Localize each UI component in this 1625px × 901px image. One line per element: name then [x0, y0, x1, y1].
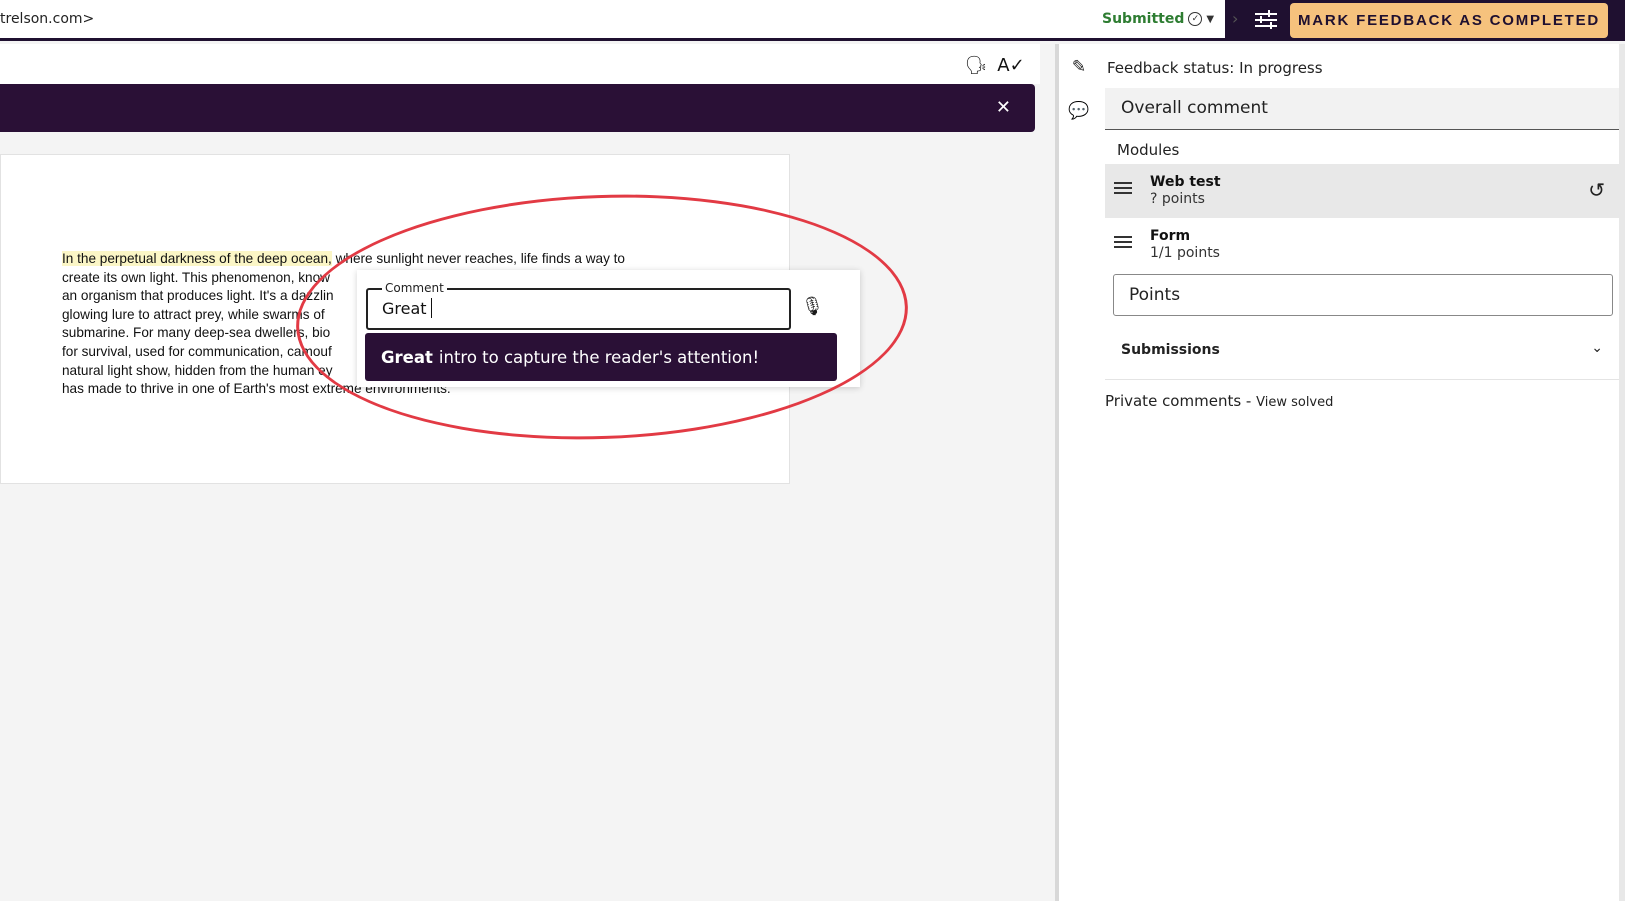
private-comments-label: Private comments -	[1105, 392, 1252, 410]
text-cursor	[431, 298, 432, 318]
chevron-down-icon: ⌄	[1591, 340, 1603, 356]
panel-rail: ✎ 💬	[1059, 44, 1095, 901]
suggestion-text: intro to capture the reader's attention!	[438, 347, 760, 367]
settings-sliders-icon[interactable]	[1255, 10, 1277, 30]
top-bar: trelson.com> Submitted ✓ ▼ › MARK FEEDBA…	[0, 0, 1625, 41]
doc-line: where sunlight never reaches, life finds…	[331, 251, 625, 266]
submissions-label: Submissions	[1121, 342, 1220, 358]
comment-field[interactable]: Comment Great	[366, 281, 791, 330]
doc-line: an organism that produces light. It's a …	[62, 288, 334, 304]
document-viewer: 🗣 A✓ ✕ In the perpetual darkness of the …	[0, 44, 1040, 901]
check-circle-icon: ✓	[1188, 12, 1203, 26]
suggestion-match: Great	[381, 347, 433, 367]
modules-heading: Modules	[1117, 141, 1180, 159]
list-icon	[1114, 236, 1132, 252]
points-input[interactable]: Points	[1113, 274, 1613, 316]
view-solved-link[interactable]: View solved	[1256, 395, 1333, 410]
read-aloud-icon[interactable]: 🗣	[965, 54, 988, 76]
microphone-add-icon[interactable]: 🎙	[801, 296, 829, 322]
viewer-toolbar: 🗣 A✓	[0, 44, 1040, 84]
recipient-email: trelson.com>	[0, 11, 95, 27]
chevron-right-icon[interactable]: ›	[1232, 9, 1238, 28]
private-comments: Private comments - View solved	[1105, 392, 1333, 410]
highlighted-passage[interactable]: In the perpetual darkness of the deep oc…	[62, 251, 332, 266]
close-icon[interactable]: ✕	[996, 97, 1011, 118]
comment-label: Comment	[382, 281, 447, 295]
feedback-panel: ✎ 💬 Feedback status: In progress Overall…	[1059, 44, 1625, 901]
panel-scrollbar[interactable]	[1619, 44, 1625, 901]
module-form[interactable]: Form 1/1 points	[1105, 218, 1621, 272]
feedback-status: Feedback status: In progress	[1107, 59, 1323, 77]
comment-flag-icon[interactable]: 💬	[1068, 100, 1090, 122]
spellcheck-icon[interactable]: A✓	[997, 54, 1024, 76]
mark-feedback-completed-button[interactable]: MARK FEEDBACK AS COMPLETED	[1290, 3, 1608, 38]
comment-suggestion[interactable]: Great intro to capture the reader's atte…	[365, 333, 837, 381]
module-title: Form	[1150, 228, 1191, 244]
submission-status-dropdown[interactable]: Submitted ✓ ▼	[1102, 11, 1214, 27]
comment-popup: Comment Great 🎙 Great intro to capture t…	[357, 270, 860, 387]
module-points: 1/1 points	[1150, 245, 1220, 261]
text-lines-icon	[1114, 182, 1132, 198]
submissions-accordion[interactable]: Submissions ⌄	[1105, 324, 1621, 380]
history-icon[interactable]: ↺	[1588, 178, 1605, 202]
edit-note-icon[interactable]: ✎	[1068, 56, 1090, 78]
doc-line: natural light show, hidden from the huma…	[62, 362, 333, 378]
status-label: Submitted	[1102, 11, 1185, 27]
module-web-test[interactable]: Web test ? points ↺	[1105, 164, 1621, 218]
module-title: Web test	[1150, 174, 1221, 190]
doc-line: create its own light. This phenomenon, k…	[62, 269, 330, 285]
caret-down-icon: ▼	[1206, 13, 1215, 25]
doc-line: submarine. For many deep-sea dwellers, b…	[62, 325, 331, 341]
overall-comment-field[interactable]: Overall comment	[1105, 88, 1621, 130]
comment-input[interactable]: Great	[382, 299, 762, 318]
module-points: ? points	[1150, 191, 1205, 207]
info-banner: ✕	[0, 84, 1035, 132]
doc-line: for survival, used for communication, ca…	[62, 343, 332, 359]
doc-line: glowing lure to attract prey, while swar…	[62, 306, 325, 322]
